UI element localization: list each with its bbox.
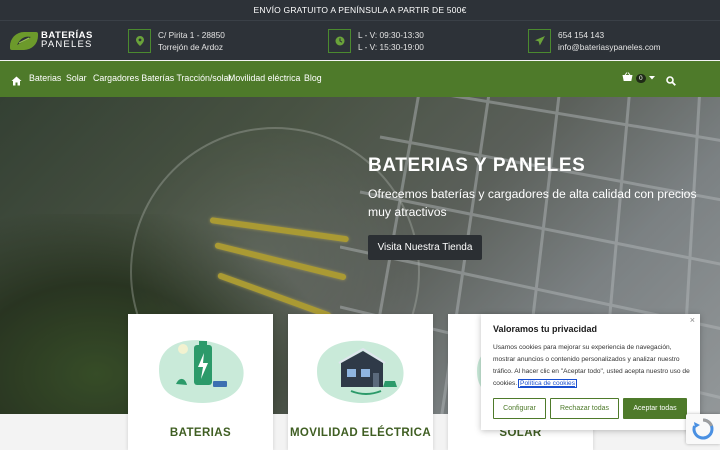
nav-item-baterias[interactable]: Baterias [29, 73, 61, 83]
cookie-title: Valoramos tu privacidad [493, 324, 598, 334]
nav-item-solar[interactable]: Solar [66, 73, 87, 83]
address-block: C/ Pirita 1 - 28850 Torrejón de Ardoz [128, 29, 238, 53]
cookie-policy-link[interactable]: Política de cookies [518, 379, 578, 388]
logo-line2: PANELES [41, 39, 93, 50]
house-charger-illustration [317, 340, 404, 403]
logo-leaf-icon [10, 32, 38, 50]
basket-icon [622, 72, 633, 84]
address-line2: Torrejón de Ardoz [158, 41, 224, 52]
site-logo[interactable]: BATERÍAS PANELES [10, 30, 93, 52]
hero-subtitle: Ofrecemos baterías y cargadores de alta … [368, 187, 697, 219]
info-header: BATERÍAS PANELES C/ Pirita 1 - 28850 Tor… [0, 20, 720, 60]
contact-phone[interactable]: 654 154 143 [558, 30, 661, 42]
address-text: C/ Pirita 1 - 28850 Torrejón de Ardoz [158, 30, 225, 53]
category-card-baterias[interactable]: BATERIAS [128, 314, 273, 450]
recaptcha-icon [692, 418, 714, 440]
clock-icon [328, 29, 351, 53]
announcement-text: ENVÍO GRATUITO A PENÍNSULA A PARTIR DE 5… [253, 5, 467, 15]
recaptcha-badge[interactable] [686, 414, 720, 444]
nav-item-movilidad[interactable]: Movilidad eléctrica [228, 73, 300, 83]
home-icon[interactable] [11, 73, 22, 91]
search-icon[interactable] [666, 73, 676, 91]
contact-email[interactable]: info@bateriasypaneles.com [558, 42, 661, 54]
cookie-text: Usamos cookies para mejorar su experienc… [493, 342, 693, 390]
cart-button[interactable]: 0 [622, 72, 655, 84]
close-icon[interactable]: × [690, 315, 695, 325]
hero-title: BATERIAS Y PANELES [368, 155, 586, 176]
hours-block: L - V: 09:30-13:30 L - V: 15:30-19:00 [328, 29, 438, 53]
cart-count-badge: 0 [636, 73, 646, 83]
logo-text: BATERÍAS PANELES [41, 31, 93, 50]
address-line1: C/ Pirita 1 - 28850 [158, 30, 225, 40]
hours-line1: L - V: 09:30-13:30 [358, 30, 424, 40]
contact-block: 654 154 143 info@bateriasypaneles.com [528, 29, 668, 53]
battery-illustration [159, 340, 244, 403]
nav-item-blog[interactable]: Blog [304, 73, 322, 83]
nav-item-cargadores[interactable]: Cargadores Baterías Tracción/solar [93, 73, 231, 83]
hours-line2: L - V: 15:30-19:00 [358, 41, 424, 52]
configure-button[interactable]: Configurar [493, 398, 546, 419]
category-card-movilidad[interactable]: MOVILIDAD ELÉCTRICA [288, 314, 433, 450]
card-title-baterias: BATERIAS [169, 427, 232, 439]
cookie-consent-dialog: × Valoramos tu privacidad Usamos cookies… [481, 314, 700, 430]
contact-text: 654 154 143 info@bateriasypaneles.com [558, 30, 661, 53]
visit-store-button[interactable]: Visita Nuestra Tienda [368, 235, 482, 260]
caret-down-icon [648, 75, 655, 82]
hours-text: L - V: 09:30-13:30 L - V: 15:30-19:00 [358, 30, 424, 53]
card-title-movilidad: MOVILIDAD ELÉCTRICA [289, 427, 432, 439]
accept-all-button[interactable]: Aceptar todas [623, 398, 687, 419]
announcement-bar: ENVÍO GRATUITO A PENÍNSULA A PARTIR DE 5… [0, 0, 720, 20]
main-nav: Baterias Solar Cargadores Baterías Tracc… [0, 61, 720, 97]
paper-plane-icon [528, 29, 551, 53]
reject-all-button[interactable]: Rechazar todas [550, 398, 619, 419]
map-marker-icon [128, 29, 151, 53]
